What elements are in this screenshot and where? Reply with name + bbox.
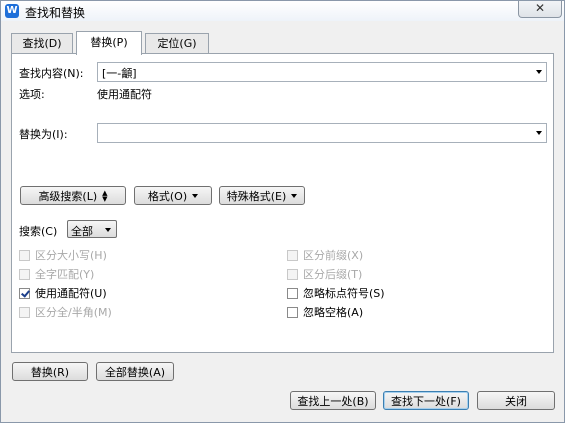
replace-button[interactable]: 替换(R) (12, 362, 88, 381)
find-input[interactable]: [一-龥] (97, 62, 547, 82)
find-value: [一-龥] (102, 67, 137, 80)
use-wildcards-label: 使用通配符(U) (35, 287, 107, 300)
expand-collapse-icon: ▲ ▼ (102, 188, 108, 203)
match-width-label: 区分全/半角(M) (35, 306, 112, 319)
checkbox-box[interactable] (287, 268, 298, 280)
match-prefix-checkbox[interactable]: 区分前缀(X) (287, 247, 363, 263)
checkbox-box[interactable] (19, 306, 30, 318)
chevron-down-icon[interactable] (536, 70, 542, 74)
format-button[interactable]: 格式(O) (134, 186, 212, 205)
ignore-spaces-label: 忽略空格(A) (303, 306, 364, 319)
ignore-punctuation-label: 忽略标点符号(S) (303, 287, 385, 300)
find-replace-dialog: W 查找和替换 ✕ 查找(D) 替换(P) 定位(G) 查找内容(N): [一-… (0, 0, 565, 423)
checkbox-box[interactable] (287, 249, 298, 261)
chevron-down-icon (291, 193, 298, 198)
tab-find[interactable]: 查找(D) (11, 33, 73, 54)
options-label: 选项: (19, 88, 45, 101)
chevron-down-icon[interactable] (536, 131, 542, 135)
find-next-button[interactable]: 查找下一处(F) (383, 391, 469, 410)
checkbox-box[interactable] (19, 268, 30, 280)
title-bar[interactable]: W 查找和替换 ✕ (1, 1, 564, 21)
replace-panel: 查找内容(N): [一-龥] 选项: 使用通配符 替换为(I): 高级搜索(L)… (11, 53, 554, 353)
use-wildcards-checkbox[interactable]: 使用通配符(U) (19, 285, 107, 301)
checkbox-box[interactable] (287, 287, 298, 299)
checkbox-checked-icon[interactable] (19, 287, 30, 299)
tab-goto[interactable]: 定位(G) (145, 33, 209, 54)
options-value: 使用通配符 (97, 88, 152, 101)
chevron-down-icon (192, 193, 199, 198)
find-previous-button[interactable]: 查找上一处(B) (290, 391, 376, 410)
match-suffix-checkbox[interactable]: 区分后缀(T) (287, 266, 362, 282)
special-format-button[interactable]: 特殊格式(E) (219, 186, 305, 205)
ignore-punctuation-checkbox[interactable]: 忽略标点符号(S) (287, 285, 385, 301)
match-width-checkbox[interactable]: 区分全/半角(M) (19, 304, 112, 320)
dialog-title: 查找和替换 (25, 6, 86, 20)
ignore-spaces-checkbox[interactable]: 忽略空格(A) (287, 304, 363, 320)
format-label: 格式(O) (147, 189, 188, 203)
replace-label: 替换为(I): (19, 128, 68, 141)
match-suffix-label: 区分后缀(T) (303, 268, 363, 281)
match-case-checkbox[interactable]: 区分大小写(H) (19, 247, 107, 263)
wps-logo-icon: W (5, 4, 19, 18)
special-format-label: 特殊格式(E) (226, 189, 287, 203)
search-direction-select[interactable]: 全部 (67, 220, 117, 238)
tab-replace[interactable]: 替换(P) (76, 31, 142, 55)
whole-word-checkbox[interactable]: 全字匹配(Y) (19, 266, 94, 282)
whole-word-label: 全字匹配(Y) (35, 268, 95, 281)
search-direction-value: 全部 (71, 225, 93, 238)
find-label: 查找内容(N): (19, 67, 84, 80)
search-label: 搜索(C) (19, 225, 58, 238)
match-case-label: 区分大小写(H) (35, 249, 107, 262)
checkbox-box[interactable] (287, 306, 298, 318)
close-icon[interactable]: ✕ (518, 1, 562, 18)
advanced-search-label: 高级搜索(L) (38, 189, 98, 203)
match-prefix-label: 区分前缀(X) (303, 249, 364, 262)
replace-input[interactable] (97, 123, 547, 143)
close-button[interactable]: 关闭 (477, 391, 555, 410)
advanced-search-button[interactable]: 高级搜索(L) ▲ ▼ (20, 186, 126, 205)
replace-all-button[interactable]: 全部替换(A) (96, 362, 174, 381)
checkbox-box[interactable] (19, 249, 30, 261)
chevron-down-icon (105, 228, 111, 232)
